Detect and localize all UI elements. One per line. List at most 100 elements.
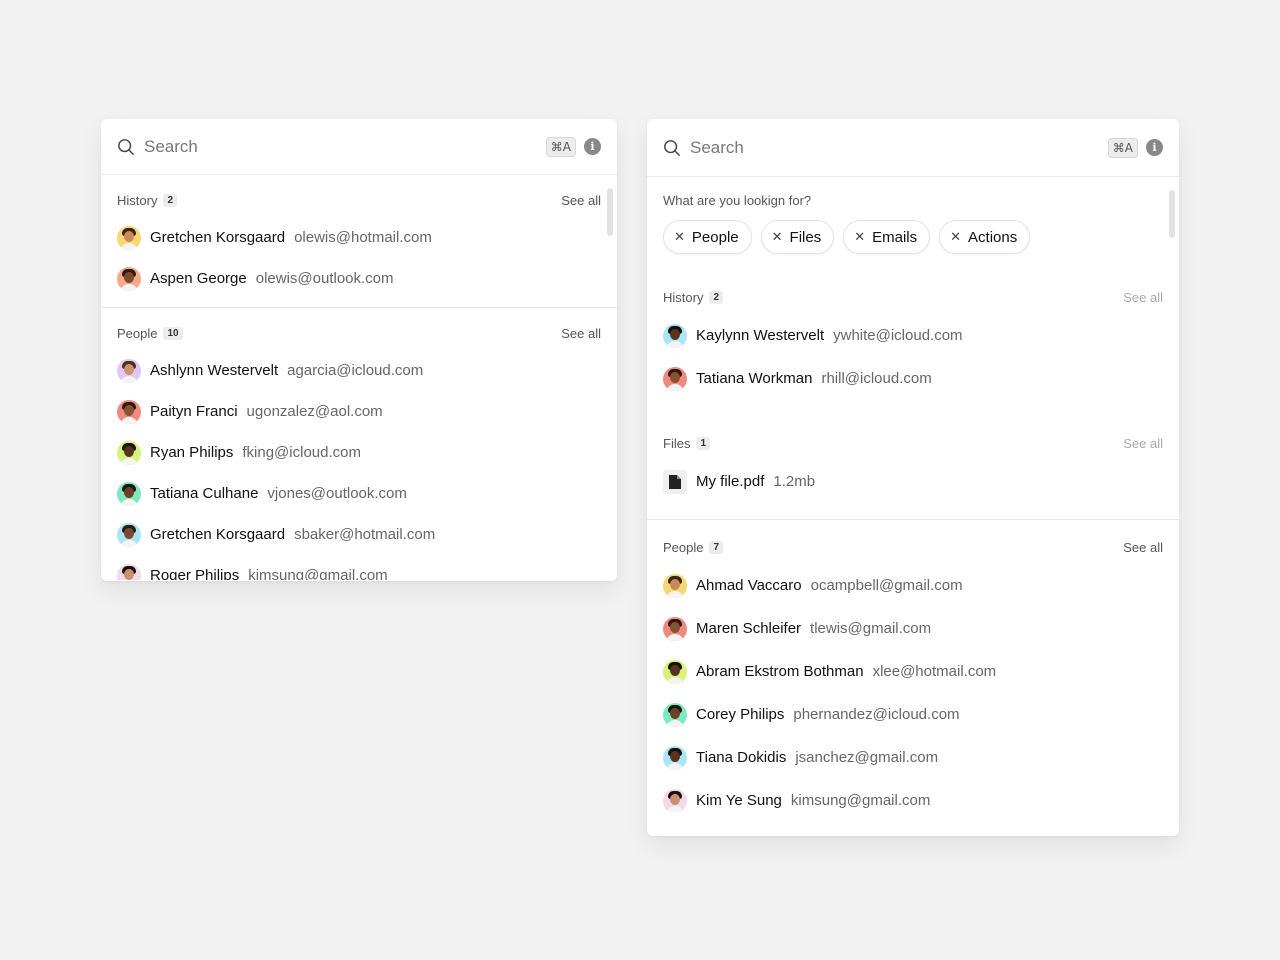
person-email: tlewis@gmail.com (810, 620, 932, 637)
section-title: Files (663, 435, 691, 451)
person-row[interactable]: Tatiana Culhane vjones@outlook.com (117, 473, 601, 514)
person-name: Ashlynn Westervelt (150, 362, 279, 379)
person-row[interactable]: Roger Philips kimsung@gmail.com (117, 555, 601, 580)
person-row[interactable]: Ashlynn Westervelt agarcia@icloud.com (117, 350, 601, 391)
person-row[interactable]: Kim Ye Sung kimsung@gmail.com (663, 779, 1163, 822)
see-all-link[interactable]: See all (1123, 436, 1163, 451)
avatar (117, 266, 141, 291)
person-email: vjones@outlook.com (267, 485, 407, 502)
person-row[interactable]: Kaylynn Westervelt ywhite@icloud.com (663, 314, 1163, 357)
scrollbar[interactable] (1169, 190, 1175, 238)
results-list[interactable]: What are you lookign for? ✕ People ✕ Fil… (647, 177, 1179, 836)
see-all-link[interactable]: See all (1123, 290, 1163, 305)
person-row[interactable]: Ryan Philips fking@icloud.com (117, 432, 601, 473)
avatar (117, 358, 141, 383)
avatar (117, 481, 141, 506)
avatar (663, 745, 687, 770)
file-name: My file.pdf (696, 473, 765, 490)
person-row[interactable]: Abram Ekstrom Bothman xlee@hotmail.com (663, 650, 1163, 693)
person-email: ywhite@icloud.com (833, 327, 963, 344)
filter-chips: ✕ People ✕ Files ✕ Emails ✕ Actions (663, 220, 1163, 254)
shortcut-badge: ⌘A (1107, 137, 1138, 158)
files-section: Files 1 See all My file.pdf 1.2mb (647, 420, 1179, 520)
count-badge: 2 (163, 193, 178, 207)
section-title: History (663, 289, 704, 305)
person-name: Kim Ye Sung (696, 792, 782, 809)
avatar (663, 788, 687, 813)
search-icon (664, 139, 680, 156)
avatar (663, 659, 687, 684)
close-icon[interactable]: ✕ (854, 229, 865, 245)
person-email: agarcia@icloud.com (287, 362, 424, 379)
search-input[interactable] (690, 137, 1108, 158)
avatar (663, 702, 687, 727)
results-list[interactable]: History 2 See all Gretchen Korsgaard olew… (101, 175, 617, 580)
count-badge: 7 (709, 540, 724, 554)
search-input[interactable] (144, 136, 546, 157)
person-row[interactable]: Maren Schleifer tlewis@gmail.com (663, 607, 1163, 650)
people-section: People 10 See all Ashlynn Westervelt agar… (101, 308, 617, 580)
person-row[interactable]: Gretchen Korsgaard olewis@hotmail.com (117, 217, 601, 258)
shortcut-badge: ⌘A (545, 136, 576, 157)
person-name: Paityn Franci (150, 403, 238, 420)
person-email: olewis@hotmail.com (294, 229, 432, 246)
person-row[interactable]: Aspen George olewis@outlook.com (117, 258, 601, 299)
search-panel-left: ⌘A i History 2 See all Gretchen Korsgaar… (101, 119, 617, 581)
info-icon[interactable]: i (584, 138, 601, 155)
person-row[interactable]: Paityn Franci ugonzalez@aol.com (117, 391, 601, 432)
person-row[interactable]: Tatiana Workman rhill@icloud.com (663, 357, 1163, 400)
person-email: fking@icloud.com (242, 444, 361, 461)
person-name: Maren Schleifer (696, 620, 802, 637)
person-name: Roger Philips (150, 567, 240, 580)
see-all-link[interactable]: See all (1123, 540, 1163, 555)
file-row[interactable]: My file.pdf 1.2mb (663, 460, 1163, 503)
history-section: History 2 See all Gretchen Korsgaard olew… (101, 175, 617, 308)
person-row[interactable]: Gretchen Korsgaard sbaker@hotmail.com (117, 514, 601, 555)
chip-label: Actions (968, 228, 1018, 246)
person-email: rhill@icloud.com (821, 370, 932, 387)
count-badge: 1 (696, 436, 711, 450)
see-all-link[interactable]: See all (561, 326, 601, 341)
person-email: phernandez@icloud.com (793, 706, 960, 723)
filter-section: What are you lookign for? ✕ People ✕ Fil… (647, 177, 1179, 274)
person-name: Tatiana Workman (696, 370, 813, 387)
filter-prompt: What are you lookign for? (663, 193, 812, 208)
filter-chip-actions[interactable]: ✕ Actions (939, 220, 1031, 254)
person-row[interactable]: Ahmad Vaccaro ocampbell@gmail.com (663, 564, 1163, 607)
file-size: 1.2mb (773, 473, 816, 490)
close-icon[interactable]: ✕ (772, 229, 783, 245)
search-icon (118, 138, 134, 155)
chip-label: Files (789, 228, 822, 246)
history-section: History 2 See all Kaylynn Westervelt ywhi… (647, 274, 1179, 420)
person-name: Corey Philips (696, 706, 785, 723)
avatar (663, 323, 687, 348)
close-icon[interactable]: ✕ (674, 229, 685, 245)
person-row[interactable]: Tiana Dokidis jsanchez@gmail.com (663, 736, 1163, 779)
info-icon[interactable]: i (1146, 139, 1163, 156)
filter-chip-emails[interactable]: ✕ Emails (843, 220, 931, 254)
person-email: kimsung@gmail.com (790, 792, 931, 809)
section-title: People (663, 539, 704, 555)
chip-label: Emails (872, 228, 918, 246)
section-title: History (117, 192, 158, 208)
avatar (663, 366, 687, 391)
scrollbar[interactable] (607, 188, 613, 236)
count-badge: 2 (709, 290, 724, 304)
avatar (117, 399, 141, 424)
search-panel-right: ⌘A i What are you lookign for? ✕ People … (647, 119, 1179, 836)
person-name: Tiana Dokidis (696, 749, 787, 766)
person-name: Gretchen Korsgaard (150, 526, 286, 543)
person-row[interactable]: Corey Philips phernandez@icloud.com (663, 693, 1163, 736)
close-icon[interactable]: ✕ (950, 229, 961, 245)
see-all-link[interactable]: See all (561, 193, 601, 208)
search-bar: ⌘A i (647, 119, 1179, 177)
person-email: ocampbell@gmail.com (810, 577, 963, 594)
avatar (663, 573, 687, 598)
avatar (663, 616, 687, 641)
filter-chip-people[interactable]: ✕ People (663, 220, 752, 254)
filter-chip-files[interactable]: ✕ Files (760, 220, 835, 254)
section-title: People (117, 325, 158, 341)
file-icon (663, 469, 687, 494)
person-email: xlee@hotmail.com (872, 663, 997, 680)
avatar (117, 522, 141, 547)
